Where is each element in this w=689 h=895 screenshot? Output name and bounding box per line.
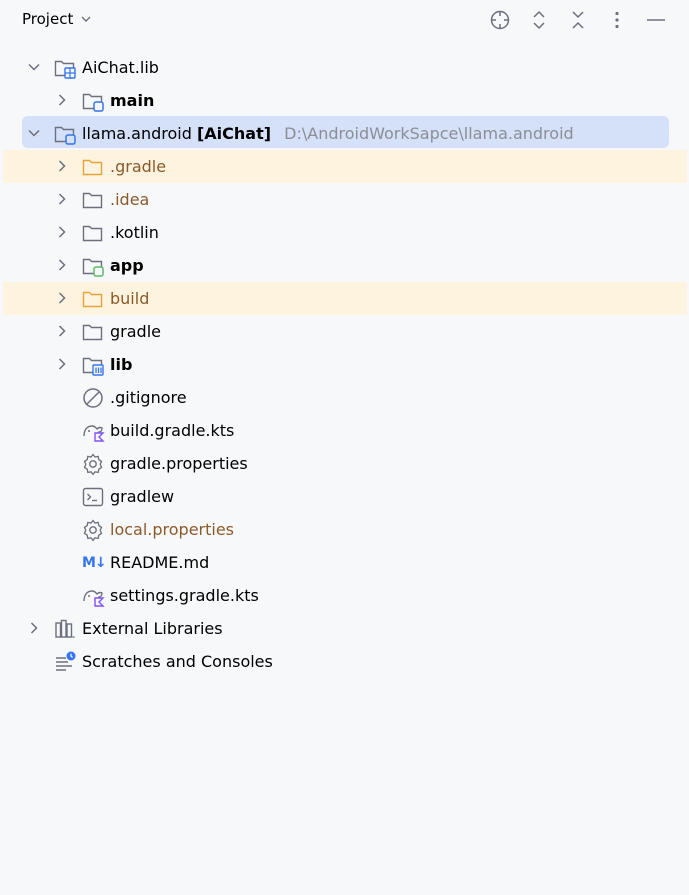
tree-node-label: gradle [110, 322, 161, 341]
expand-all-icon [533, 10, 545, 30]
chevron-right-icon[interactable] [55, 192, 69, 206]
options-button[interactable] [605, 8, 629, 32]
libraries-icon [55, 619, 75, 638]
tree-node-label: README.md [110, 553, 210, 572]
tree-node-build[interactable]: build [3, 282, 687, 315]
tree-node-label: settings.gradle.kts [110, 586, 259, 605]
collapse-all-icon [572, 11, 584, 29]
chevron-right-icon[interactable] [55, 159, 69, 173]
tree-node-local-properties[interactable]: local.properties [3, 513, 687, 546]
folder-icon [82, 192, 103, 209]
chevron-right-icon[interactable] [55, 225, 69, 239]
project-path: D:\AndroidWorkSapce\llama.android [284, 124, 574, 143]
tree-node-main[interactable]: main [3, 84, 687, 117]
tree-node-label: .idea [110, 190, 150, 209]
tree-node-build-gradle-kts[interactable]: build.gradle.kts [3, 414, 687, 447]
tree-node-aichat-lib[interactable]: AiChat.lib [3, 51, 687, 84]
project-view-selector[interactable]: Project [22, 10, 93, 28]
module-icon [54, 126, 76, 145]
gradle-kotlin-icon [83, 425, 105, 442]
tree-node-gitignore[interactable]: .gitignore [3, 381, 687, 414]
tree-node-label: Scratches and Consoles [82, 652, 273, 671]
project-tree[interactable]: AiChat.lib main llama.android [AiChat] D… [3, 42, 689, 895]
source-module-icon [82, 93, 104, 112]
ignore-file-icon [83, 388, 103, 408]
chevron-down-icon[interactable] [27, 60, 41, 74]
gear-icon [83, 453, 103, 476]
folder-icon [82, 324, 103, 341]
more-vertical-icon [615, 11, 619, 29]
tree-node-label: External Libraries [82, 619, 223, 638]
tree-node-label: .gitignore [110, 388, 187, 407]
tree-node-readme[interactable]: M↓ README.md [3, 546, 687, 579]
tree-node-label: lib [110, 355, 133, 374]
gradle-kotlin-icon [83, 590, 105, 607]
chevron-down-icon [81, 16, 91, 22]
chevron-down-icon[interactable] [27, 126, 41, 140]
panel-title: Project [22, 10, 74, 28]
tree-node-gradle-properties[interactable]: gradle.properties [3, 447, 687, 480]
tree-node-label: AiChat.lib [82, 58, 159, 77]
tree-node-label: build.gradle.kts [110, 421, 235, 440]
tree-node-label: .gradle [110, 157, 167, 176]
tree-node-dot-gradle[interactable]: .gradle [3, 150, 687, 183]
project-name: llama.android [82, 124, 192, 143]
module-library-icon [54, 60, 76, 79]
hide-panel-button[interactable] [644, 8, 668, 32]
tree-node-label: main [110, 91, 155, 110]
locate-file-button[interactable] [488, 8, 512, 32]
tree-node-label: app [110, 256, 144, 275]
tree-node-lib[interactable]: lib [3, 348, 687, 381]
folder-icon [82, 225, 103, 242]
chevron-right-icon[interactable] [55, 93, 69, 107]
tree-node-scratches[interactable]: Scratches and Consoles [3, 645, 687, 678]
tree-node-external-libraries[interactable]: External Libraries [3, 612, 687, 645]
folder-excluded-icon [82, 159, 103, 176]
tree-node-gradle[interactable]: gradle [3, 315, 687, 348]
tree-node-label: gradlew [110, 487, 175, 506]
chevron-right-icon[interactable] [27, 621, 41, 635]
crosshair-icon [490, 10, 510, 30]
library-module-icon [82, 357, 104, 376]
tree-node-label: gradle.properties [110, 454, 248, 473]
tree-node-llama-android[interactable]: llama.android [AiChat] D:\AndroidWorkSap… [3, 117, 687, 150]
tree-node-label: local.properties [110, 520, 235, 539]
chevron-right-icon[interactable] [55, 357, 69, 371]
tree-node-app[interactable]: app [3, 249, 687, 282]
folder-excluded-icon [82, 291, 103, 308]
android-module-icon [82, 258, 104, 277]
scratches-icon [56, 651, 76, 671]
chevron-right-icon[interactable] [55, 291, 69, 305]
markdown-icon: M↓ [82, 555, 107, 571]
tree-node-label: build [110, 289, 150, 308]
collapse-all-button[interactable] [566, 8, 590, 32]
tree-node-settings-gradle-kts[interactable]: settings.gradle.kts [3, 579, 687, 612]
module-name: [AiChat] [196, 124, 272, 143]
tree-node-gradlew[interactable]: gradlew [3, 480, 687, 513]
expand-all-button[interactable] [527, 8, 551, 32]
tree-node-kotlin[interactable]: .kotlin [3, 216, 687, 249]
tree-node-label: .kotlin [110, 223, 159, 242]
chevron-right-icon[interactable] [55, 258, 69, 272]
gear-icon [83, 519, 103, 542]
chevron-right-icon[interactable] [55, 324, 69, 338]
terminal-icon [82, 487, 104, 507]
minimize-icon [647, 19, 665, 21]
tree-node-label: llama.android [AiChat] D:\AndroidWorkSap… [82, 124, 574, 143]
panel-header: Project [0, 0, 689, 40]
tree-node-idea[interactable]: .idea [3, 183, 687, 216]
